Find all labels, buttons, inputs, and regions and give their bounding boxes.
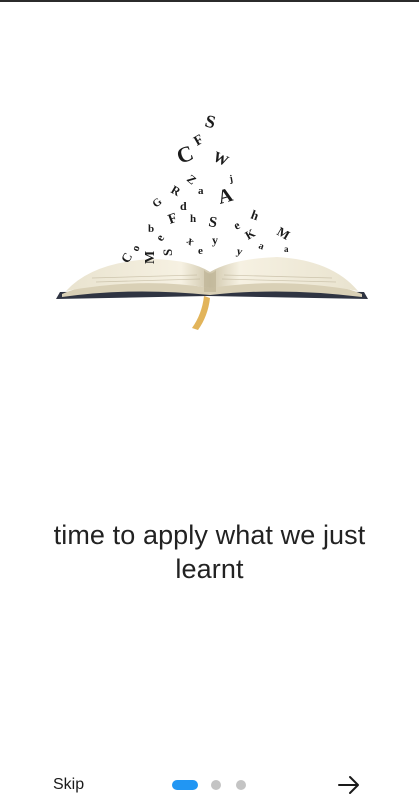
svg-text:F: F [192, 132, 207, 149]
onboarding-footer: Skip [0, 760, 419, 800]
next-button[interactable] [337, 775, 361, 795]
page-dot-1[interactable] [172, 780, 198, 790]
svg-text:W: W [210, 149, 230, 170]
page-dot-3[interactable] [236, 780, 246, 790]
svg-text:d: d [180, 199, 187, 213]
svg-text:Z: Z [184, 172, 199, 188]
svg-text:R: R [169, 182, 184, 199]
open-book-flying-letters-icon: S F C W Z j R a A G d h F h S e b M e x … [56, 111, 368, 330]
svg-text:y: y [235, 245, 244, 258]
svg-text:F: F [166, 211, 179, 228]
svg-text:M: M [143, 251, 158, 264]
svg-text:S: S [203, 111, 218, 133]
book-illustration: S F C W Z j R a A G d h F h S e b M e x … [52, 102, 372, 334]
svg-text:a: a [257, 240, 265, 252]
svg-text:y: y [212, 233, 218, 247]
onboarding-headline: time to apply what we just learnt [53, 520, 366, 584]
svg-text:h: h [190, 213, 196, 225]
svg-text:x: x [184, 234, 198, 249]
top-border [0, 0, 419, 2]
svg-text:e: e [198, 245, 203, 257]
svg-text:M: M [275, 224, 293, 243]
svg-text:e: e [152, 231, 167, 243]
svg-text:a: a [284, 244, 289, 254]
svg-text:o: o [130, 243, 143, 253]
svg-text:S: S [207, 214, 218, 231]
svg-text:e: e [231, 217, 242, 232]
skip-button[interactable]: Skip [53, 776, 84, 794]
svg-text:K: K [243, 225, 259, 242]
svg-text:C: C [173, 140, 196, 169]
svg-text:A: A [216, 184, 236, 209]
page-dot-2[interactable] [211, 780, 221, 790]
svg-text:b: b [148, 223, 154, 235]
svg-text:S: S [160, 249, 175, 256]
svg-text:h: h [249, 207, 262, 224]
svg-text:a: a [198, 185, 204, 197]
svg-text:G: G [150, 195, 165, 210]
arrow-right-icon [338, 776, 359, 794]
